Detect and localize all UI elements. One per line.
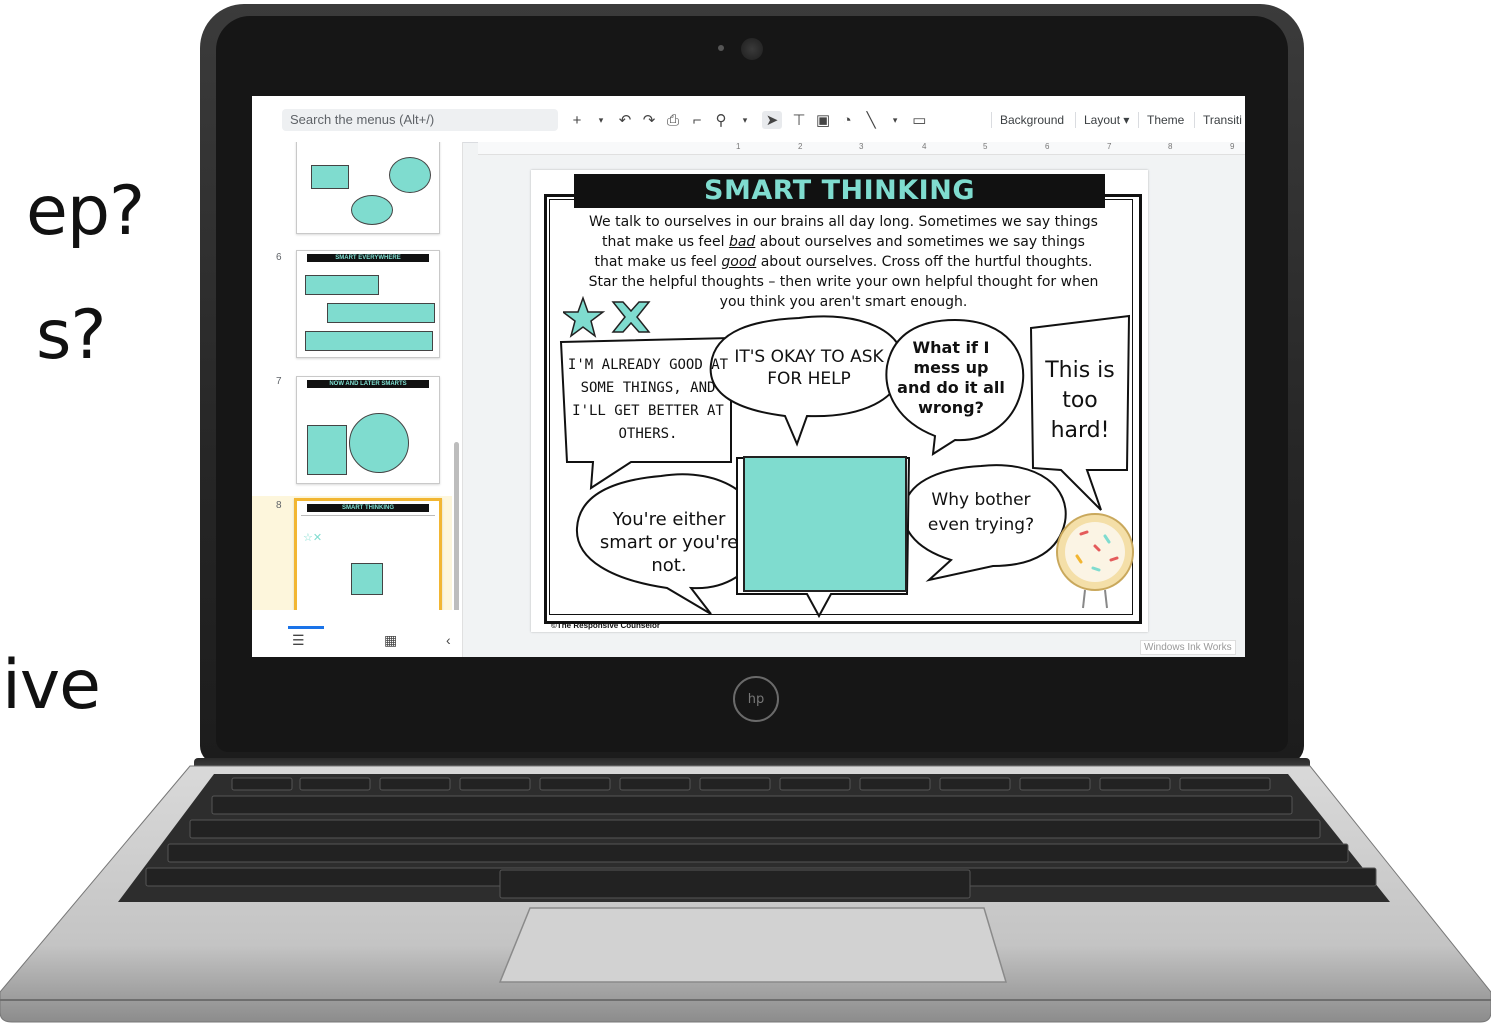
background-button[interactable]: Background: [1000, 109, 1064, 131]
bubble-mess-up[interactable]: What if I mess up and do it all wrong?: [895, 338, 1007, 418]
ruler-mark: 4: [922, 142, 927, 151]
webcam: [741, 38, 763, 60]
slide-thumbnail[interactable]: SMART EVERYWHERE: [296, 250, 440, 358]
bubble-ask-help[interactable]: IT'S OKAY TO ASK FOR HELP: [721, 346, 897, 390]
ruler-mark: 1: [736, 142, 741, 151]
bubble-too-hard[interactable]: This is too hard!: [1039, 356, 1121, 446]
bubble-either-smart[interactable]: You're either smart or you're not.: [589, 508, 749, 577]
line-icon[interactable]: ╲: [864, 111, 878, 129]
slide-canvas[interactable]: SMART THINKING We talk to ourselves in o…: [531, 170, 1148, 632]
windows-ink-label: Windows Ink Works: [1140, 640, 1236, 655]
transition-button[interactable]: Transiti: [1203, 109, 1242, 131]
chevron-down-icon[interactable]: ▾: [594, 115, 608, 126]
chevron-down-icon[interactable]: ▾: [738, 115, 752, 126]
ruler-mark: 8: [1168, 142, 1173, 151]
slide-thumbnail-title: SMART EVERYWHERE: [307, 254, 429, 262]
image-icon[interactable]: ▣: [816, 111, 830, 129]
new-slide-icon[interactable]: +: [570, 112, 584, 129]
background-text-1: ep?: [26, 172, 145, 251]
collapse-chevron-icon[interactable]: ‹: [446, 632, 451, 648]
filmstrip-footer: ☰ ▦ ‹: [252, 610, 463, 657]
filmstrip-scrollbar[interactable]: [454, 442, 459, 610]
toolbar-separator: [1138, 112, 1139, 128]
ruler-mark: 5: [983, 142, 988, 151]
slide-number: 7: [276, 376, 282, 387]
layout-label: Layout: [1084, 113, 1121, 127]
horizontal-ruler: 1 2 3 4 5 6 7 8 9: [478, 142, 1245, 155]
slide-thumbnail[interactable]: [296, 142, 440, 234]
select-cursor-icon[interactable]: ➤: [762, 111, 782, 129]
camera-led: [718, 45, 724, 51]
background-text-3: ive: [2, 646, 101, 725]
hp-logo: hp: [733, 676, 779, 722]
redo-icon[interactable]: ↷: [642, 111, 656, 129]
toolbar-separator: [991, 112, 992, 128]
write-your-own-thought-box[interactable]: [743, 456, 907, 592]
ruler-mark: 3: [859, 142, 864, 151]
undo-icon[interactable]: ↶: [618, 111, 632, 129]
zoom-icon[interactable]: ⚲: [714, 111, 728, 129]
toolbar-icons: + ▾ ↶ ↷ ⎙ ⌐ ⚲ ▾ ➤ ⊤ ▣ ◔ ╲ ▾ ▭: [570, 109, 926, 131]
textbox-icon[interactable]: ⊤: [792, 111, 806, 129]
slide-filmstrip: 6 SMART EVERYWHERE 7 NOW AND LATER SMART…: [252, 142, 463, 610]
toolbar-separator: [1194, 112, 1195, 128]
comment-icon[interactable]: ▭: [912, 111, 926, 129]
screen: Search the menus (Alt+/) + ▾ ↶ ↷ ⎙ ⌐ ⚲ ▾…: [252, 96, 1245, 657]
slide-thumbnail[interactable]: NOW AND LATER SMARTS: [296, 376, 440, 484]
menu-search-input[interactable]: Search the menus (Alt+/): [282, 109, 558, 131]
slide-credit: ©The Responsive Counselor: [551, 621, 661, 630]
filmstrip-view-icon[interactable]: ☰: [292, 632, 305, 649]
slide-thumbnail-title: NOW AND LATER SMARTS: [307, 380, 429, 388]
laptop-keyboard-deck: [0, 765, 1491, 1023]
grid-view-icon[interactable]: ▦: [384, 632, 397, 649]
slide-thumbnail-title: SMART THINKING: [307, 504, 429, 512]
chevron-down-icon[interactable]: ▾: [888, 115, 902, 126]
active-view-indicator: [288, 626, 324, 629]
cookie-mascot-icon: [1056, 513, 1134, 609]
ruler-mark: 7: [1107, 142, 1112, 151]
paint-format-icon[interactable]: ⌐: [690, 112, 704, 129]
toolbar: Search the menus (Alt+/) + ▾ ↶ ↷ ⎙ ⌐ ⚲ ▾…: [252, 96, 1245, 143]
layout-button[interactable]: Layout ▾: [1084, 109, 1129, 131]
ruler-mark: 9: [1230, 142, 1235, 151]
slide-thumbnail-selected[interactable]: SMART THINKING ☆✕: [294, 498, 442, 610]
background-text-2: s?: [36, 296, 107, 375]
print-icon[interactable]: ⎙: [666, 112, 680, 129]
bubble-why-bother[interactable]: Why bother even trying?: [917, 488, 1045, 538]
slide-number: 8: [276, 500, 282, 511]
ruler-mark: 2: [798, 142, 803, 151]
toolbar-separator: [1075, 112, 1076, 128]
theme-button[interactable]: Theme: [1147, 109, 1184, 131]
bubble-already-good[interactable]: I'M ALREADY GOOD AT SOME THINGS, AND I'L…: [565, 354, 731, 446]
shape-icon[interactable]: ◔: [840, 112, 854, 129]
slide-number: 6: [276, 252, 282, 263]
ruler-mark: 6: [1045, 142, 1050, 151]
